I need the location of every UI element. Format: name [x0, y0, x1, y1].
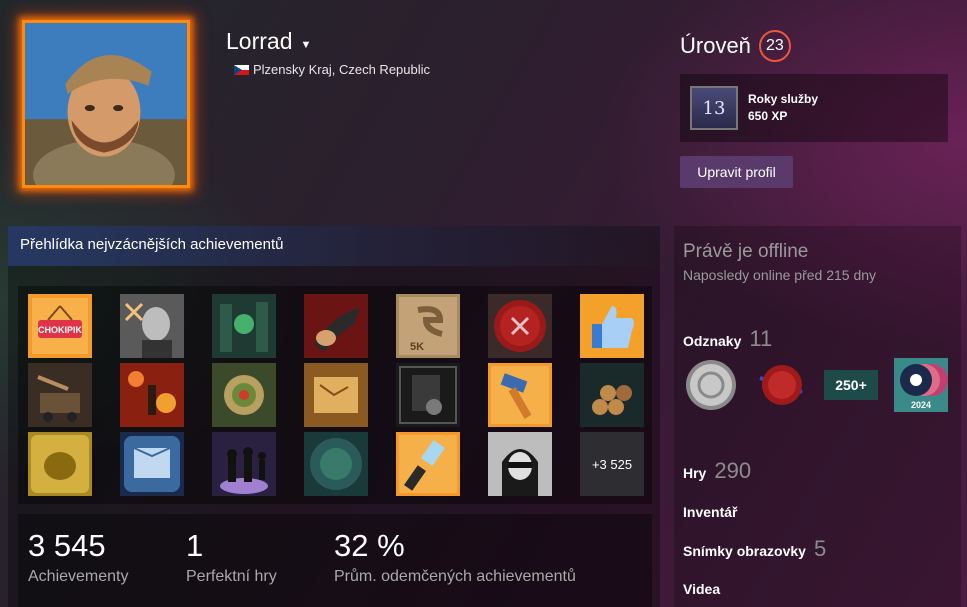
red-demon-claw-icon[interactable] [304, 294, 368, 358]
hammer-icon[interactable] [488, 363, 552, 427]
sunglasses-portrait-icon[interactable] [488, 432, 552, 496]
thumbs-up-icon[interactable] [580, 294, 644, 358]
stat-value: 3 545 [28, 528, 106, 563]
shadow-figures-icon[interactable] [212, 432, 276, 496]
stat-perfect-games: 1 Perfektní hry [176, 514, 324, 607]
chokipik-sign-icon[interactable]: CHOKIPIK [28, 294, 92, 358]
green-ruins-icon[interactable] [212, 294, 276, 358]
5k-text: 5K [410, 341, 424, 353]
videos-link[interactable]: Videa [683, 581, 720, 597]
last-online: Naposledy online před 215 dny [683, 267, 877, 283]
online-status: Právě je offline [683, 241, 809, 262]
badge-list: 250+ 2024 [684, 358, 948, 412]
videos-label[interactable]: Videa [683, 581, 720, 597]
chokipik-text: CHOKIPIK [38, 325, 83, 335]
level-badge[interactable]: 23 [758, 30, 791, 62]
stat-average-completion: 32 % Prům. odemčených achievementů [324, 514, 644, 607]
profile-sidebar: Právě je offline Naposledy online před 2… [674, 226, 961, 607]
games-count[interactable]: 290 [714, 458, 751, 484]
level-row: Úroveň 23 [680, 30, 791, 62]
avatar-portrait-icon [25, 23, 187, 185]
persona-name-text[interactable]: Lorrad [226, 28, 292, 55]
log-pile-icon[interactable] [580, 363, 644, 427]
chevron-down-icon[interactable]: ▼ [300, 39, 311, 51]
profile-avatar [22, 20, 190, 188]
screenshots-count[interactable]: 5 [814, 536, 826, 562]
stat-achievements: 3 545 Achievementy [18, 514, 176, 607]
250-plus-badge-icon[interactable]: 250+ [824, 358, 878, 412]
fire-figure-icon[interactable] [120, 363, 184, 427]
screenshots-label[interactable]: Snímky obrazovky [683, 543, 806, 559]
stat-value: 1 [186, 528, 204, 563]
showcase-title: Přehlídka nejvzácnějších achievementů [8, 226, 660, 266]
certificate-icon[interactable] [396, 363, 460, 427]
screenshots-link[interactable]: Snímky obrazovky 5 [683, 536, 826, 562]
games-label[interactable]: Hry [683, 465, 706, 481]
more-achievements-button[interactable]: +3 525 [580, 432, 644, 496]
badges-link[interactable]: Odznaky 11 [683, 326, 772, 352]
steam-2024-badge-icon[interactable]: 2024 [894, 358, 948, 412]
mine-cart-icon[interactable] [28, 363, 92, 427]
location-text: Plzensky Kraj, Czech Republic [253, 62, 431, 77]
years-of-service-number: 13 [702, 97, 726, 119]
red-skull-seal-icon[interactable] [488, 294, 552, 358]
blue-books-icon[interactable] [120, 432, 184, 496]
games-link[interactable]: Hry 290 [683, 458, 751, 484]
level-label: Úroveň [680, 33, 751, 58]
profile-location: Plzensky Kraj, Czech Republic [234, 62, 430, 77]
stat-value: 32 % [334, 528, 405, 563]
red-seal-badge-icon[interactable] [754, 358, 808, 412]
achievement-stats: 3 545 Achievementy 1 Perfektní hry 32 % … [18, 514, 652, 607]
paint-brush-icon[interactable] [396, 432, 460, 496]
treasure-map-icon[interactable] [304, 363, 368, 427]
stat-label: Achievementy [28, 568, 129, 585]
achievement-grid: CHOKIPIK 5K +3 525 [18, 286, 652, 504]
achievement-showcase: Přehlídka nejvzácnějších achievementů CH… [8, 226, 660, 607]
years-of-service-icon: 13 [690, 86, 738, 130]
persona-name[interactable]: Lorrad ▼ [226, 28, 311, 55]
5k-badge-icon[interactable]: 5K [396, 294, 460, 358]
badge-xp: 650 XP [748, 109, 788, 123]
badge-250-text: 250+ [835, 377, 867, 393]
stat-label: Prům. odemčených achievementů [334, 568, 576, 585]
favorite-badge[interactable]: 13 Roky služby 650 XP [680, 74, 948, 142]
bald-man-portrait-icon[interactable] [120, 294, 184, 358]
badges-label[interactable]: Odznaky [683, 333, 741, 349]
silver-coin-badge-icon[interactable] [684, 358, 738, 412]
gold-bust-icon[interactable] [28, 432, 92, 496]
stat-label: Perfektní hry [186, 568, 277, 585]
teal-medallion-icon[interactable] [304, 432, 368, 496]
inventory-label[interactable]: Inventář [683, 504, 737, 520]
czech-flag-icon [234, 64, 249, 75]
edit-profile-button[interactable]: Upravit profil [680, 156, 793, 188]
badge-2024-text: 2024 [911, 400, 931, 410]
badge-title: Roky služby [748, 92, 819, 106]
inventory-link[interactable]: Inventář [683, 504, 737, 520]
badges-count[interactable]: 11 [749, 326, 772, 352]
leaf-wreath-icon[interactable] [212, 363, 276, 427]
